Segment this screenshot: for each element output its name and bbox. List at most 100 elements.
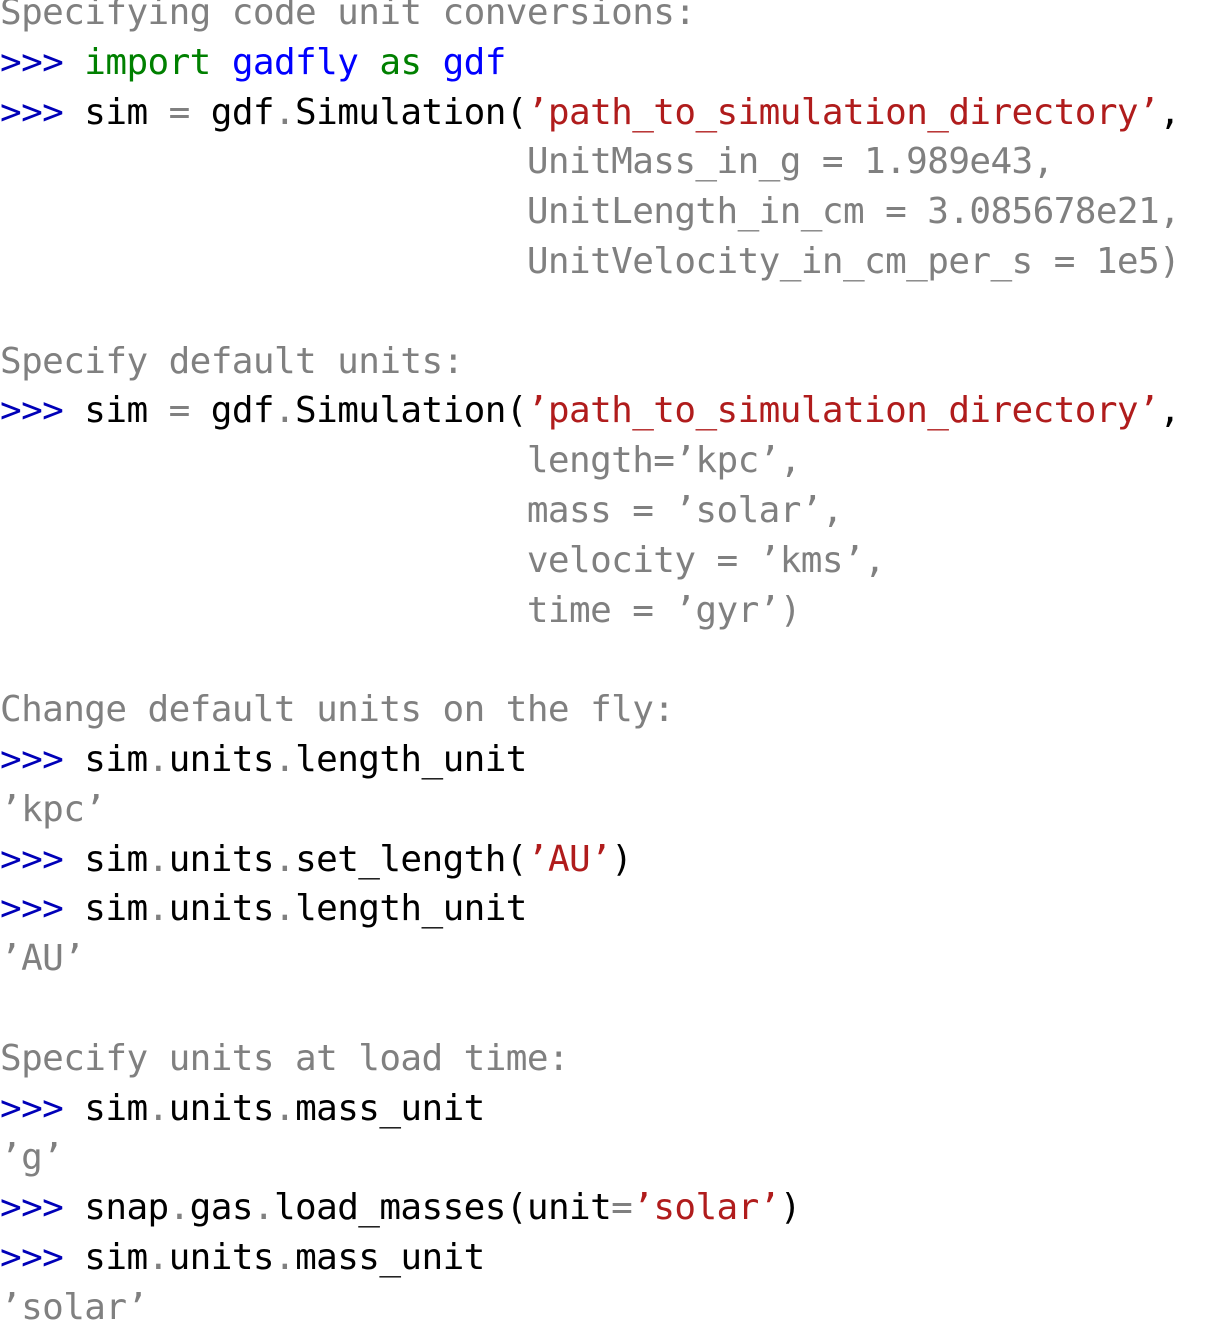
code-token-code: gdf: [189, 91, 275, 133]
code-token-operator: .: [273, 390, 296, 432]
code-token-prompt: >>>: [0, 838, 85, 880]
code-token-code: units: [168, 1087, 275, 1129]
code-token-code: ,: [1159, 390, 1181, 432]
code-line: ’AU’: [0, 934, 1180, 984]
code-line: mass = ’solar’,: [0, 486, 1180, 536]
code-line: Specify default units:: [0, 337, 1180, 387]
code-token-string: ’path_to_simulation_directory’: [526, 390, 1160, 432]
code-line: ’kpc’: [0, 785, 1180, 835]
code-token-code: sim: [84, 1087, 148, 1129]
code-token-prompt: >>>: [0, 738, 85, 780]
code-token-code: sim: [84, 390, 169, 432]
code-token-comment: length=’kpc’,: [0, 440, 802, 482]
code-token-module: gdf: [442, 41, 507, 83]
code-token-operator: .: [273, 888, 296, 930]
code-token-comment: Change default units on the fly:: [0, 689, 675, 731]
code-line: Specify units at load time:: [0, 1034, 1180, 1084]
code-token-code: units: [168, 838, 275, 880]
code-token-prompt: >>>: [0, 1187, 85, 1229]
code-token-code: sim: [84, 738, 148, 780]
code-token-code: units: [168, 1236, 275, 1278]
code-token-code: sim: [84, 1236, 148, 1278]
code-line: >>> sim.units.length_unit: [0, 735, 1180, 785]
code-token-code: snap: [84, 1187, 169, 1229]
code-token-string: ’AU’: [526, 838, 612, 880]
code-token-operator: =: [168, 91, 191, 133]
code-line: >>> sim.units.mass_unit: [0, 1233, 1180, 1283]
code-token-comment: time = ’gyr’): [0, 589, 802, 631]
code-token-operator: .: [273, 91, 296, 133]
code-line: >>> import gadfly as gdf: [0, 38, 1180, 88]
code-token-keyword: as: [379, 41, 422, 83]
code-line: length=’kpc’,: [0, 436, 1180, 486]
code-token-prompt: >>>: [0, 1087, 85, 1129]
code-token-code: [422, 42, 443, 83]
code-line: ’g’: [0, 1133, 1180, 1183]
code-token-prompt: >>>: [0, 41, 85, 83]
code-token-operator: .: [147, 738, 170, 780]
code-token-prompt: >>>: [0, 390, 85, 432]
code-token-code: units: [168, 888, 275, 930]
code-line: >>> sim.units.length_unit: [0, 884, 1180, 934]
code-line: ’solar’: [0, 1283, 1180, 1333]
code-token-comment: velocity = ’kms’,: [0, 539, 886, 581]
code-token-code: Simulation(: [295, 91, 527, 133]
code-token-code: length_unit: [295, 738, 527, 780]
code-token-operator: .: [168, 1187, 191, 1229]
code-line: UnitMass_in_g = 1.989e43,: [0, 137, 1180, 187]
code-line: Change default units on the fly:: [0, 685, 1180, 735]
code-token-comment: Specify default units:: [0, 340, 464, 382]
code-token-operator: =: [168, 390, 191, 432]
code-token-code: ,: [1159, 91, 1181, 133]
code-token-comment: mass = ’solar’,: [0, 489, 844, 531]
code-line: time = ’gyr’): [0, 586, 1180, 636]
code-token-prompt: >>>: [0, 1236, 85, 1278]
code-token-code: Simulation(: [295, 390, 527, 432]
code-line: velocity = ’kms’,: [0, 536, 1180, 586]
code-token-operator: .: [273, 1087, 296, 1129]
code-token-string: ’solar’: [632, 1187, 780, 1229]
code-token-operator: .: [147, 838, 170, 880]
code-token-operator: .: [273, 1236, 296, 1278]
code-token-comment: ’kpc’: [0, 788, 106, 830]
code-token-prompt: >>>: [0, 888, 85, 930]
code-token-string: ’path_to_simulation_directory’: [526, 91, 1160, 133]
code-token-comment: UnitLength_in_cm = 3.085678e21,: [0, 191, 1181, 233]
code-token-operator: .: [273, 838, 296, 880]
code-token-operator: .: [147, 1236, 170, 1278]
code-token-code: sim: [84, 91, 169, 133]
code-token-code: set_length(: [295, 838, 527, 880]
code-line: >>> sim = gdf.Simulation(’path_to_simula…: [0, 386, 1181, 436]
code-token-code: ): [611, 838, 633, 880]
code-token-comment: Specify units at load time:: [0, 1037, 570, 1079]
code-token-code: sim: [84, 888, 148, 930]
code-token-operator: =: [611, 1187, 633, 1229]
code-token-code: gas: [189, 1187, 254, 1229]
code-line: UnitLength_in_cm = 3.085678e21,: [0, 187, 1181, 237]
code-token-operator: .: [147, 888, 170, 930]
code-line: UnitVelocity_in_cm_per_s = 1e5): [0, 237, 1181, 287]
code-token-comment: UnitVelocity_in_cm_per_s = 1e5): [0, 240, 1181, 282]
code-token-keyword: import: [84, 41, 211, 83]
code-token-code: ): [779, 1187, 802, 1229]
code-token-code: units: [168, 738, 275, 780]
code-token-code: load_masses(unit: [273, 1187, 612, 1229]
code-token-code: mass_unit: [295, 1087, 485, 1129]
code-token-comment: Specifying code unit conversions:: [0, 0, 696, 33]
code-line: >>> snap.gas.load_masses(unit=’solar’): [0, 1183, 1180, 1233]
code-token-prompt: >>>: [0, 91, 85, 133]
code-token-code: length_unit: [295, 888, 527, 930]
code-line: >>> sim.units.mass_unit: [0, 1084, 1180, 1134]
code-token-comment: UnitMass_in_g = 1.989e43,: [0, 141, 1054, 183]
code-token-code: [358, 42, 379, 83]
code-token-operator: .: [147, 1087, 170, 1129]
code-listing: Specifying code unit conversions: >>> imp…: [0, 0, 1181, 1333]
code-token-operator: .: [252, 1187, 275, 1229]
code-token-comment: ’AU’: [0, 938, 85, 980]
code-token-code: gdf: [189, 390, 275, 432]
code-token-operator: .: [273, 738, 296, 780]
code-token-code: [211, 42, 232, 83]
